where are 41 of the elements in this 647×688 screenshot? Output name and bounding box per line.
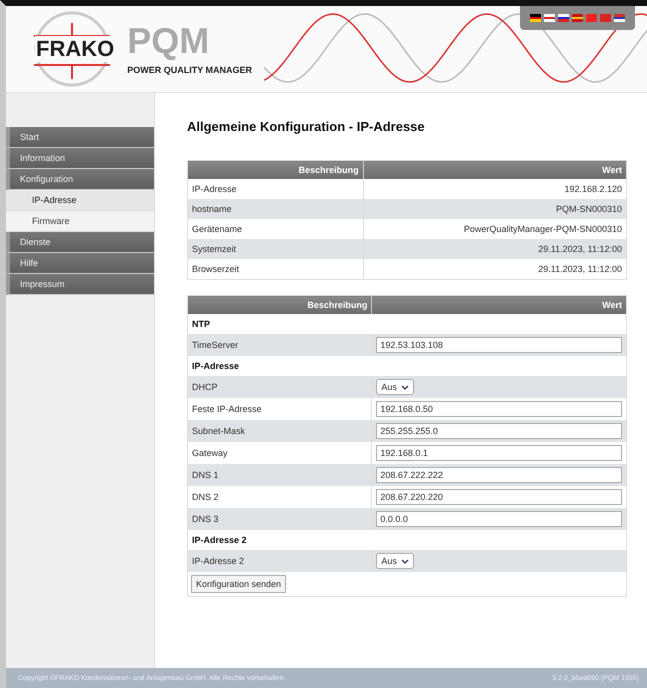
page-title: Allgemeine Konfiguration - IP-Adresse — [187, 119, 426, 134]
dropdown[interactable]: Aus — [376, 379, 414, 395]
input-field[interactable]: 192.53.103.108 — [376, 337, 622, 353]
table-cell: 29.11.2023, 11:12:00 — [363, 239, 626, 259]
field-label: DHCP — [188, 376, 372, 398]
field-label: TimeServer — [188, 334, 372, 356]
field-label: Subnet-Mask — [188, 420, 372, 442]
product-subtitle: POWER QUALITY MANAGER — [127, 65, 252, 75]
table-cell: hostname — [188, 199, 364, 219]
dropdown[interactable]: Aus — [376, 553, 414, 569]
input-field[interactable]: 192.168.0.50 — [376, 401, 622, 417]
column-header: Wert — [363, 160, 626, 179]
nav-item[interactable]: Hilfe — [6, 253, 154, 274]
table-cell: PQM-SN000310 — [363, 199, 626, 219]
nav-item[interactable]: Dienste — [6, 232, 154, 253]
table-cell: 29.11.2023, 11:12:00 — [363, 259, 626, 280]
nav-subitem[interactable]: Firmware — [6, 211, 154, 232]
input-field[interactable]: 208.67.222.222 — [376, 467, 622, 483]
nav-item[interactable]: Impressum — [6, 274, 154, 295]
field-label: DNS 3 — [188, 508, 372, 530]
input-field[interactable]: 0.0.0.0 — [376, 511, 622, 527]
nav-item[interactable]: Konfiguration — [6, 169, 154, 190]
section-heading: IP-Adresse 2 — [188, 530, 626, 550]
nav-item[interactable]: Information — [6, 148, 154, 169]
table-cell: Browserzeit — [188, 259, 364, 280]
table-cell: Systemzeit — [188, 239, 364, 259]
input-field[interactable]: 255.255.255.0 — [376, 423, 622, 439]
field-label: IP-Adresse 2 — [188, 550, 372, 572]
column-header: Beschreibung — [188, 160, 364, 179]
section-heading: IP-Adresse — [188, 356, 626, 376]
nav-item[interactable]: Start — [6, 127, 154, 148]
column-header: Beschreibung — [188, 296, 372, 314]
field-label: DNS 1 — [188, 464, 372, 486]
input-field[interactable]: 192.168.0.1 — [376, 445, 622, 461]
nav-subitem[interactable]: IP-Adresse — [6, 190, 154, 211]
product-name: PQM — [127, 23, 210, 59]
submit-button[interactable]: Konfiguration senden — [191, 575, 286, 593]
brand-logo: FRAKO — [35, 36, 116, 62]
column-header: Wert — [372, 296, 626, 314]
section-heading: NTP — [188, 314, 626, 334]
input-field[interactable]: 208.67.220.220 — [376, 489, 622, 505]
